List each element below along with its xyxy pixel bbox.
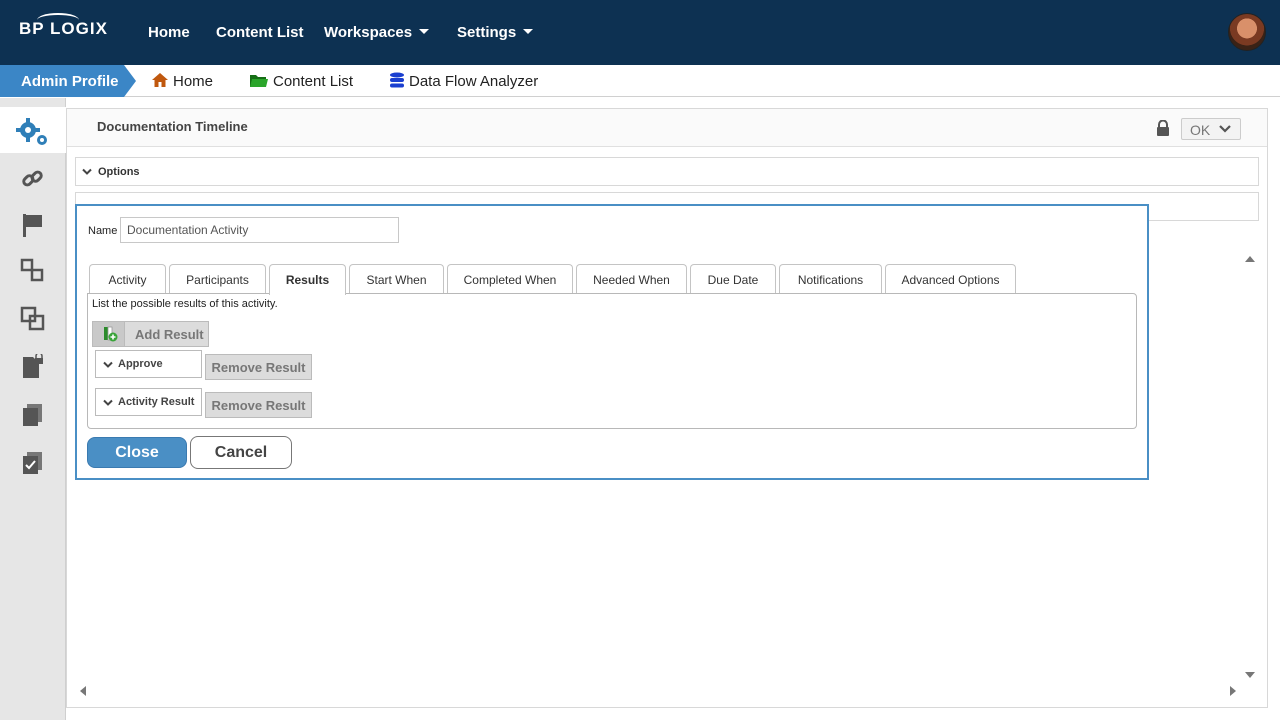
- chevron-down-icon: [103, 361, 113, 368]
- sidebar-item-settings[interactable]: [16, 118, 50, 148]
- ok-label: OK: [1190, 122, 1211, 138]
- add-result-label: Add Result: [135, 327, 204, 342]
- panel-header: Documentation Timeline OK: [67, 109, 1267, 147]
- top-navigation-bar: BP LOGIX Home Content List Workspaces Se…: [0, 0, 1280, 65]
- admin-profile-label: Admin Profile: [21, 73, 119, 90]
- add-result-icon-box: [93, 322, 125, 346]
- sidebar-item-secure-documents[interactable]: [20, 352, 46, 380]
- nav-workspaces-label: Workspaces: [324, 24, 413, 41]
- sidebar-item-copy[interactable]: [20, 306, 46, 332]
- name-label: Name: [88, 225, 118, 237]
- user-avatar[interactable]: [1228, 13, 1266, 51]
- breadcrumb-home-label: Home: [173, 73, 214, 90]
- results-tab-panel: List the possible results of this activi…: [87, 293, 1137, 429]
- close-label: Close: [115, 444, 159, 461]
- scroll-down-arrow[interactable]: [1245, 672, 1255, 678]
- nav-workspaces[interactable]: Workspaces: [324, 24, 430, 41]
- scroll-up-arrow[interactable]: [1245, 256, 1255, 262]
- locked-document-icon: [23, 352, 43, 378]
- nav-content-list[interactable]: Content List: [216, 24, 304, 41]
- bp-logix-logo[interactable]: BP LOGIX: [19, 13, 108, 39]
- sidebar-item-documents[interactable]: [20, 402, 46, 428]
- breadcrumb-home[interactable]: Home: [151, 73, 213, 90]
- logo-arc: [37, 13, 79, 27]
- breadcrumb-data-flow-analyzer[interactable]: Data Flow Analyzer: [389, 72, 539, 91]
- tab-activity-label: Activity: [108, 273, 147, 287]
- nav-settings-label: Settings: [457, 24, 517, 41]
- close-button[interactable]: Close: [87, 437, 187, 468]
- scroll-right-arrow[interactable]: [1230, 686, 1236, 696]
- add-document-icon: [104, 326, 118, 342]
- home-icon: [152, 73, 168, 88]
- admin-profile-tab[interactable]: Admin Profile: [0, 65, 136, 97]
- cancel-label: Cancel: [214, 444, 268, 461]
- nav-home[interactable]: Home: [148, 24, 190, 41]
- result-item-approve[interactable]: Approve: [95, 350, 202, 378]
- nav-settings[interactable]: Settings: [457, 24, 534, 41]
- nav-home-label: Home: [148, 24, 190, 41]
- options-section-header[interactable]: Options: [75, 157, 1259, 186]
- breadcrumb-content-list[interactable]: Content List: [249, 73, 353, 90]
- tab-advanced-options[interactable]: Advanced Options: [885, 264, 1016, 294]
- result-name: Activity Result: [118, 396, 195, 408]
- chevron-down-icon: [82, 168, 92, 175]
- breadcrumb-data-flow-analyzer-label: Data Flow Analyzer: [409, 73, 539, 90]
- tab-needed-when-label: Needed When: [593, 273, 670, 287]
- sidebar-item-workflow[interactable]: [20, 258, 46, 284]
- tab-start-when[interactable]: Start When: [349, 264, 444, 294]
- caret-down-icon: [523, 28, 534, 34]
- scroll-left-arrow[interactable]: [80, 686, 86, 696]
- tab-notifications[interactable]: Notifications: [779, 264, 882, 294]
- tab-activity[interactable]: Activity: [89, 264, 166, 294]
- results-hint: List the possible results of this activi…: [92, 298, 278, 310]
- tab-completed-when[interactable]: Completed When: [447, 264, 573, 294]
- gears-icon: [16, 118, 47, 145]
- tab-due-date-label: Due Date: [707, 273, 759, 287]
- page-title: Documentation Timeline: [97, 119, 248, 134]
- documents-icon: [23, 404, 42, 426]
- breadcrumb-bar: Admin Profile Home Content List Data Flo…: [0, 65, 1280, 97]
- result-item-activity-result[interactable]: Activity Result: [95, 388, 202, 416]
- lock-icon[interactable]: [1156, 120, 1170, 136]
- remove-result-button[interactable]: Remove Result: [205, 392, 312, 418]
- tab-start-when-label: Start When: [366, 273, 427, 287]
- copy-icon: [20, 306, 45, 331]
- tab-advanced-options-label: Advanced Options: [901, 273, 1000, 287]
- remove-result-label: Remove Result: [211, 360, 306, 375]
- chevron-down-icon: [103, 399, 113, 406]
- caret-down-icon: [419, 28, 430, 34]
- remove-result-button[interactable]: Remove Result: [205, 354, 312, 380]
- activity-dialog: Name Activity Participants Results Start…: [75, 204, 1149, 480]
- breadcrumb-content-list-label: Content List: [273, 73, 354, 90]
- tab-due-date[interactable]: Due Date: [690, 264, 776, 294]
- chevron-down-icon: [1219, 125, 1231, 133]
- cancel-button[interactable]: Cancel: [190, 436, 292, 469]
- left-sidebar: [0, 98, 66, 720]
- tab-results[interactable]: Results: [269, 264, 346, 295]
- nav-content-list-label: Content List: [216, 24, 304, 41]
- database-icon: [390, 72, 404, 88]
- workflow-icon: [20, 258, 44, 282]
- remove-result-label: Remove Result: [211, 398, 306, 413]
- tab-participants[interactable]: Participants: [169, 264, 266, 294]
- ok-dropdown-button[interactable]: OK: [1181, 118, 1241, 140]
- options-label: Options: [98, 166, 140, 178]
- sidebar-item-tasks[interactable]: [20, 450, 46, 476]
- add-result-button[interactable]: Add Result: [92, 321, 209, 347]
- folder-icon: [250, 74, 268, 87]
- tab-results-label: Results: [285, 273, 330, 287]
- checklist-icon: [23, 452, 42, 474]
- tab-needed-when[interactable]: Needed When: [576, 264, 687, 294]
- tab-notifications-label: Notifications: [797, 273, 864, 287]
- link-icon: [22, 170, 43, 187]
- flag-icon: [23, 214, 42, 237]
- tab-completed-when-label: Completed When: [463, 273, 557, 287]
- tab-participants-label: Participants: [186, 273, 249, 287]
- result-name: Approve: [118, 358, 163, 370]
- name-input[interactable]: [120, 217, 399, 243]
- sidebar-item-links[interactable]: [20, 166, 46, 192]
- sidebar-item-flags[interactable]: [20, 212, 46, 238]
